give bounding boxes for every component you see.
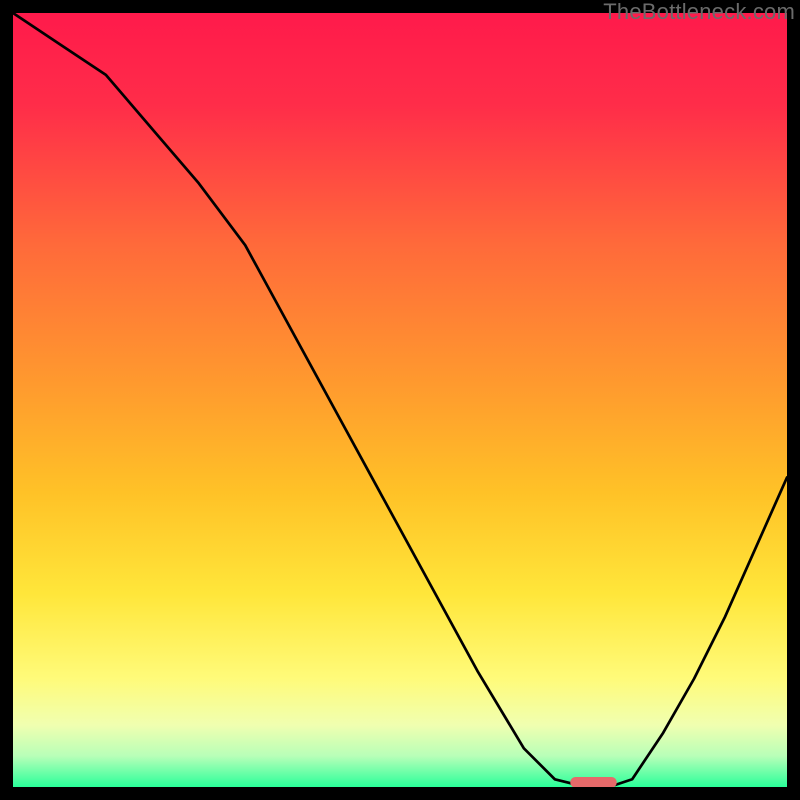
watermark-text: TheBottleneck.com: [603, 0, 795, 25]
bottleneck-chart: [13, 13, 787, 787]
gradient-background: [13, 13, 787, 787]
chart-frame: TheBottleneck.com: [13, 13, 787, 787]
optimal-range-marker: [570, 777, 616, 787]
